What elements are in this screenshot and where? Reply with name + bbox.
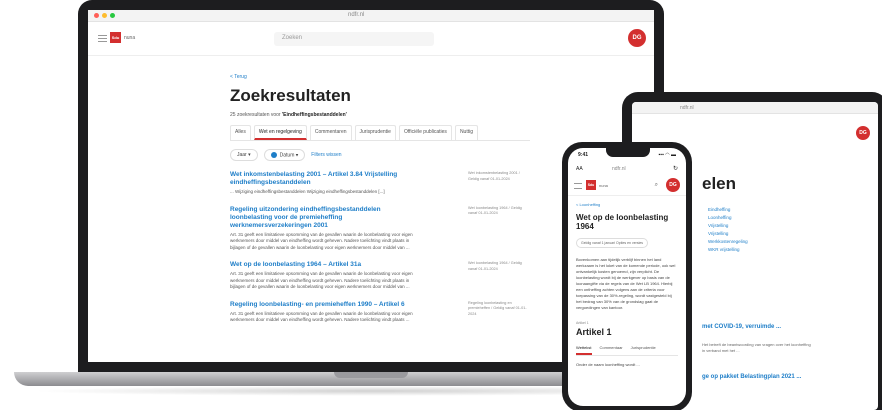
result-title-link[interactable]: Wet op de loonbelasting 1964 – Artikel 3…: [230, 261, 418, 269]
phone-logo-text: nuna: [599, 183, 608, 188]
tablet-link[interactable]: Loonheffing: [708, 214, 808, 222]
phone-bottom-text: Onder de naam loonheffing wordt ...: [576, 362, 640, 367]
phone-device: 9:41 ▪▪▪ ◠ ▬ AA ndfr.nl ↻ Sdu nuna ⌕ DG …: [562, 142, 692, 410]
app-header: Sdu nuna Zoeken DG: [88, 22, 654, 56]
result-meta: Wet loonbelasting 1964 / Geldig vanaf 01…: [468, 261, 522, 271]
result-snippet: Art. 31 geeft een limitatieve opsomming …: [230, 231, 413, 250]
result-main: Regeling loonbelasting- en premieheffen …: [230, 301, 418, 324]
result-item: Regeling uitzondering eindheffingsbestan…: [230, 206, 530, 252]
tab-alles[interactable]: Alles: [230, 125, 251, 140]
page-title: Zoekresultaten: [230, 86, 351, 105]
tablet-result-title[interactable]: ge op pakket Belastingplan 2021 ...: [702, 374, 801, 380]
result-item: Wet op de loonbelasting 1964 – Artikel 3…: [230, 261, 530, 291]
tab-jurisprudentie[interactable]: Jurisprudentie: [354, 125, 396, 140]
phone-body-text: Bovenkomen aan tijdelijk verblijf binnen…: [576, 257, 676, 310]
result-count-prefix: 25 zoekresultaten voor: [230, 112, 281, 118]
logo-text: nuna: [124, 35, 136, 41]
phone-address-bar[interactable]: ndfr.nl: [612, 166, 626, 172]
result-snippet: Art. 31 geeft een limitatieve opsomming …: [230, 310, 413, 323]
date-filter[interactable]: Datum ▾: [263, 149, 306, 162]
phone-notch: [606, 148, 650, 157]
tablet-link[interactable]: Vrijstelling: [708, 222, 808, 230]
result-tabs: Alles Wet en regelgeving Commentaren Jur…: [230, 125, 530, 141]
tablet-result-title[interactable]: met COVID-19, verruimde ...: [702, 324, 781, 330]
tab-nuttig[interactable]: Nuttig: [454, 125, 478, 140]
phone-back-link[interactable]: < Loonheffing: [576, 202, 678, 207]
tab-commentaar[interactable]: Commentaar: [600, 345, 623, 355]
tablet-link[interactable]: Eindheffing: [708, 206, 808, 214]
phone-tabs: Wettekst Commentaar Jurisprudentie: [576, 345, 678, 356]
phone-sdu-logo[interactable]: Sdu: [586, 180, 596, 190]
tablet-link[interactable]: Werkkostenregeling: [708, 238, 808, 246]
tablet-link[interactable]: Vrijstelling: [708, 230, 808, 238]
tablet-link[interactable]: WKR vrijstelling: [708, 246, 808, 254]
result-meta: Wet inkomstenbelasting 2001 / Geldig van…: [468, 171, 520, 181]
tab-commentaren[interactable]: Commentaren: [309, 125, 352, 140]
result-snippet: Art. 31 geeft een limitatieve opsomming …: [230, 271, 413, 290]
phone-status-bar: 9:41 ▪▪▪ ◠ ▬: [568, 148, 686, 164]
article-label: Artikel 1: [576, 321, 589, 325]
phone-browser-bar: AA ndfr.nl ↻: [568, 164, 686, 174]
phone-content: < Loonheffing Wet op de loonbelasting 19…: [568, 196, 686, 373]
tablet-user-avatar[interactable]: DG: [856, 126, 870, 140]
result-main: Wet op de loonbelasting 1964 – Artikel 3…: [230, 261, 418, 291]
year-filter[interactable]: Jaar ▾: [230, 149, 258, 162]
article-heading: Artikel 1: [576, 327, 612, 337]
tablet-link-list: Eindheffing Loonheffing Vrijstelling Vri…: [708, 206, 808, 254]
result-title-link[interactable]: Regeling loonbelasting- en premieheffen …: [230, 301, 418, 309]
result-item: Wet inkomstenbelasting 2001 – Artikel 3.…: [230, 171, 530, 196]
browser-bar: ndfr.nl: [88, 10, 654, 22]
phone-app-header: Sdu nuna ⌕ DG: [568, 174, 686, 196]
toggle-dot-icon: [270, 152, 277, 158]
back-link[interactable]: < Terug: [230, 74, 530, 80]
tablet-address-bar[interactable]: ndfr.nl: [680, 105, 694, 111]
reload-icon[interactable]: ↻: [673, 165, 678, 172]
result-count-query: 'Eindheffingsbestanddelen': [281, 112, 347, 118]
tab-jurisprudentie-phone[interactable]: Jurisprudentie: [631, 345, 656, 355]
result-title-link[interactable]: Wet inkomstenbelasting 2001 – Artikel 3.…: [230, 171, 418, 187]
result-main: Wet inkomstenbelasting 2001 – Artikel 3.…: [230, 171, 418, 196]
text-size-button[interactable]: AA: [576, 166, 583, 172]
result-meta: Wet loonbelasting 1964 / Geldig vanaf 01…: [468, 205, 522, 216]
year-filter-label: Jaar: [237, 152, 247, 159]
hamburger-menu-icon[interactable]: [98, 35, 107, 42]
close-window-icon[interactable]: [94, 13, 99, 18]
phone-clock: 9:41: [578, 152, 589, 158]
result-snippet: ... Wijziging eindheffingsbestanddelen W…: [230, 189, 385, 195]
result-title-link[interactable]: Regeling uitzondering eindheffingsbestan…: [230, 206, 418, 230]
search-input[interactable]: Zoeken: [274, 32, 434, 46]
reset-filters-link[interactable]: Filters wissen: [311, 152, 341, 158]
search-results-content: < Terug Zoekresultaten 25 zoekresultaten…: [230, 74, 530, 324]
sdu-logo[interactable]: Sdu: [110, 32, 121, 43]
phone-screen: 9:41 ▪▪▪ ◠ ▬ AA ndfr.nl ↻ Sdu nuna ⌕ DG …: [568, 148, 686, 406]
laptop-notch: [334, 372, 408, 378]
phone-search-icon[interactable]: ⌕: [655, 182, 658, 189]
tablet-browser-bar: ndfr.nl: [632, 102, 878, 114]
phone-menu-icon[interactable]: [574, 183, 582, 189]
maximize-window-icon[interactable]: [110, 13, 115, 18]
window-controls[interactable]: [94, 13, 115, 18]
filter-bar: Jaar ▾ Datum ▾ Filters wissen: [230, 149, 530, 162]
result-meta: Regeling loonbelasting en premieheffen /…: [468, 300, 527, 316]
tablet-page-title: elen: [702, 174, 737, 193]
signal-battery-icon: ▪▪▪ ◠ ▬: [658, 152, 676, 158]
result-count: 25 zoekresultaten voor 'Eindheffingsbest…: [230, 112, 530, 118]
tab-wettekst[interactable]: Wettekst: [576, 345, 592, 355]
phone-user-avatar[interactable]: DG: [666, 178, 680, 192]
device-mockup-stage: ndfr.nl Sdu nuna Zoeken DG < Terug Zoekr…: [0, 0, 882, 410]
date-filter-label: Datum: [279, 152, 295, 159]
phone-page-title: Wet op de loonbelasting 1964: [576, 213, 669, 231]
tab-wet-en-regelgeving[interactable]: Wet en regelgeving: [253, 125, 307, 140]
version-selector[interactable]: Geldig vanaf 1 januari Opties en versies: [576, 238, 649, 248]
result-item: Regeling loonbelasting- en premieheffen …: [230, 301, 530, 324]
result-main: Regeling uitzondering eindheffingsbestan…: [230, 206, 418, 252]
address-bar[interactable]: ndfr.nl: [348, 12, 364, 18]
tablet-result-snippet: Het betreft de beantwoording van vragen …: [702, 342, 811, 353]
minimize-window-icon[interactable]: [102, 13, 107, 18]
tab-officiele-publicaties[interactable]: Officiële publicaties: [398, 125, 452, 140]
user-avatar[interactable]: DG: [628, 29, 646, 47]
